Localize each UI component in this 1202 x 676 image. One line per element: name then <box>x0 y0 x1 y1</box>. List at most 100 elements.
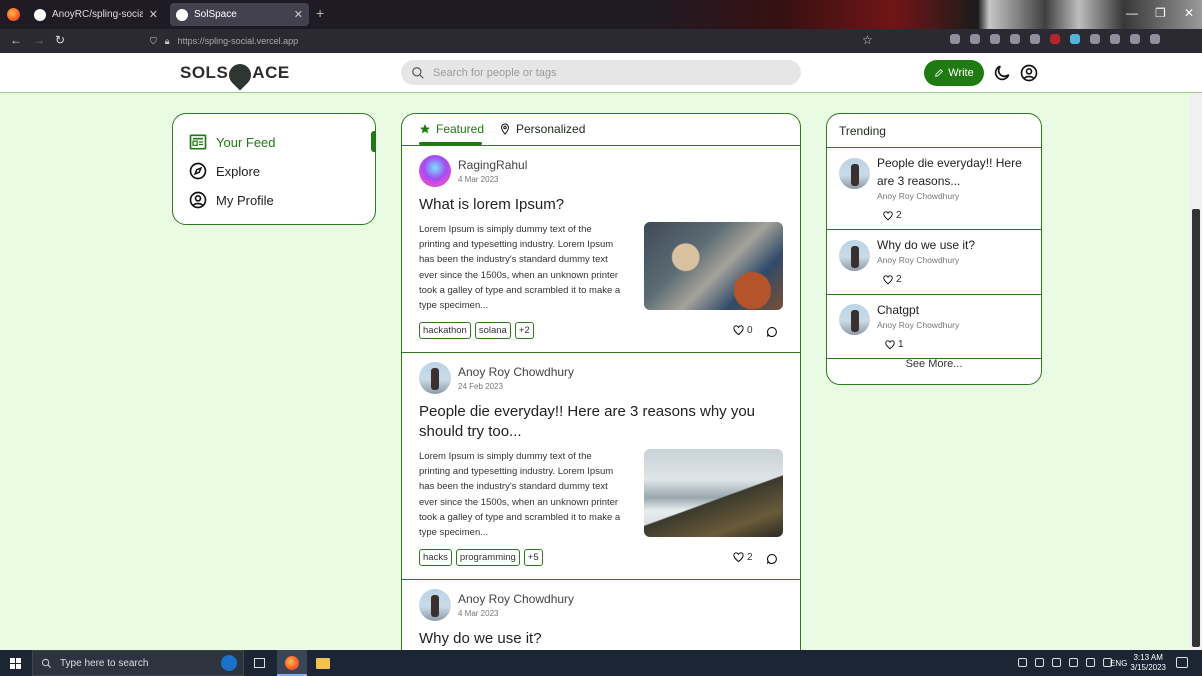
moon-icon[interactable] <box>992 63 1012 83</box>
language-indicator[interactable]: ENG <box>1110 659 1127 668</box>
tag-more-chip[interactable]: +5 <box>523 549 543 566</box>
post-image[interactable] <box>644 222 783 310</box>
avatar <box>839 304 870 335</box>
firefox-icon <box>285 656 299 670</box>
notification-icon[interactable] <box>1176 657 1188 668</box>
overflow-icon[interactable] <box>1130 34 1140 44</box>
chevron-up-icon[interactable] <box>1018 658 1027 667</box>
restore-icon[interactable]: ❐ <box>1155 6 1166 20</box>
extension-icon[interactable] <box>1090 34 1100 44</box>
avatar[interactable] <box>419 589 451 621</box>
write-button[interactable]: Write <box>924 60 984 86</box>
logo-text-left: SOLS <box>180 63 229 82</box>
like-button[interactable]: 2 <box>733 552 753 563</box>
solspace-logo[interactable]: SOLS ACE <box>180 59 290 91</box>
trending-likes[interactable]: 1 <box>885 339 904 350</box>
heart-icon <box>883 274 893 284</box>
comment-icon[interactable] <box>766 326 778 338</box>
firefox-icon[interactable] <box>7 8 20 21</box>
ublock-icon[interactable] <box>1050 34 1060 44</box>
comment-icon[interactable] <box>766 553 778 565</box>
tag-chip[interactable]: solana <box>474 322 511 339</box>
post-card[interactable]: RagingRahul 4 Mar 2023 What is lorem Ips… <box>402 146 800 353</box>
post-card[interactable]: Anoy Roy Chowdhury 24 Feb 2023 People di… <box>402 353 800 580</box>
user-circle-icon[interactable] <box>1019 63 1039 83</box>
post-title[interactable]: What is lorem Ipsum? <box>419 195 789 215</box>
task-view-icon[interactable] <box>254 658 265 668</box>
trending-item[interactable]: Chatgpt Anoy Roy Chowdhury 1 <box>827 295 1041 359</box>
sidebar-item-explore[interactable]: Explore <box>188 161 260 181</box>
trending-likes[interactable]: 2 <box>883 210 902 221</box>
search-bar[interactable] <box>401 60 801 85</box>
post-date: 4 Mar 2023 <box>458 609 499 618</box>
extension-icon[interactable] <box>990 34 1000 44</box>
download-icon[interactable] <box>970 34 980 44</box>
back-icon[interactable]: ← <box>10 33 22 47</box>
react-devtools-icon[interactable] <box>1070 34 1080 44</box>
browser-tab-solspace[interactable]: SolSpace ✕ <box>170 3 309 26</box>
trending-item[interactable]: Why do we use it? Anoy Roy Chowdhury 2 <box>827 230 1041 295</box>
tab-personalized[interactable]: Personalized <box>499 122 585 136</box>
bing-icon[interactable] <box>221 655 237 671</box>
reload-icon[interactable]: ↻ <box>55 33 65 47</box>
tag-chip[interactable]: programming <box>455 549 520 566</box>
forward-icon[interactable]: → <box>33 33 45 47</box>
tab-featured[interactable]: Featured <box>419 122 484 136</box>
tray-app-icon[interactable] <box>1035 658 1044 667</box>
battery-icon[interactable] <box>1069 658 1078 667</box>
browser-tab-github[interactable]: AnoyRC/spling-social: SolSpace ✕ <box>28 3 164 26</box>
sidebar-item-your-feed[interactable]: Your Feed <box>188 132 276 152</box>
close-window-icon[interactable]: ✕ <box>1184 6 1194 20</box>
taskbar-search[interactable]: Type here to search <box>32 650 244 676</box>
minimize-icon[interactable]: — <box>1126 6 1138 20</box>
like-button[interactable]: 0 <box>733 325 753 336</box>
app-header: SOLS ACE Write <box>0 53 1202 93</box>
system-tray <box>1018 658 1112 667</box>
post-author[interactable]: Anoy Roy Chowdhury <box>458 592 574 606</box>
post-excerpt: Lorem Ipsum is simply dummy text of the … <box>419 451 621 539</box>
menu-icon[interactable] <box>1150 34 1160 44</box>
solspace-favicon-icon <box>176 8 188 21</box>
see-more-link[interactable]: See More... <box>827 358 1041 370</box>
microphone-icon[interactable] <box>1052 658 1061 667</box>
avatar[interactable] <box>419 155 451 187</box>
trending-title[interactable]: Why do we use it? <box>877 236 1032 254</box>
new-tab-icon[interactable]: + <box>316 5 324 21</box>
trending-title[interactable]: People die everyday!! Here are 3 reasons… <box>877 154 1032 190</box>
page-scrollbar[interactable] <box>1190 93 1202 650</box>
close-tab-icon[interactable]: ✕ <box>149 8 158 21</box>
logo-text-right: ACE <box>252 63 290 82</box>
extension-icon[interactable] <box>1030 34 1040 44</box>
sidebar-item-label: Explore <box>216 163 261 179</box>
sidebar-item-my-profile[interactable]: My Profile <box>188 190 274 210</box>
post-title[interactable]: Why do we use it? <box>419 629 789 649</box>
extension-icon[interactable] <box>1010 34 1020 44</box>
trending-author: Anoy Roy Chowdhury <box>877 255 960 265</box>
user-circle-icon <box>189 191 207 209</box>
search-input[interactable] <box>431 65 771 80</box>
clock-date: 3/15/2023 <box>1130 663 1166 672</box>
close-tab-icon[interactable]: ✕ <box>294 8 303 21</box>
scrollbar-thumb[interactable] <box>1192 209 1200 647</box>
post-image[interactable] <box>644 449 783 537</box>
trending-item[interactable]: People die everyday!! Here are 3 reasons… <box>827 148 1041 230</box>
post-author[interactable]: RagingRahul <box>458 158 527 172</box>
avatar[interactable] <box>419 362 451 394</box>
tag-chip[interactable]: hackathon <box>419 322 471 339</box>
tag-more-chip[interactable]: +2 <box>514 322 534 339</box>
tag-chip[interactable]: hacks <box>419 549 452 566</box>
trending-title[interactable]: Chatgpt <box>877 301 1032 319</box>
wifi-icon[interactable] <box>1086 658 1095 667</box>
address-bar[interactable]: ⛉ 🔒︎ https://spling-social.vercel.app <box>140 31 880 51</box>
bookmark-star-icon[interactable]: ☆ <box>862 33 873 47</box>
taskbar-clock[interactable]: 3:13 AM 3/15/2023 <box>1130 653 1166 673</box>
windows-start-icon[interactable] <box>10 658 21 669</box>
trending-panel: Trending People die everyday!! Here are … <box>826 113 1042 385</box>
trending-likes[interactable]: 2 <box>883 274 902 285</box>
post-author[interactable]: Anoy Roy Chowdhury <box>458 365 574 379</box>
url-text: https://spling-social.vercel.app <box>177 36 299 46</box>
file-explorer-icon[interactable] <box>316 658 330 669</box>
post-title[interactable]: People die everyday!! Here are 3 reasons… <box>419 402 789 442</box>
extensions-puzzle-icon[interactable] <box>1110 34 1120 44</box>
pocket-icon[interactable] <box>950 34 960 44</box>
